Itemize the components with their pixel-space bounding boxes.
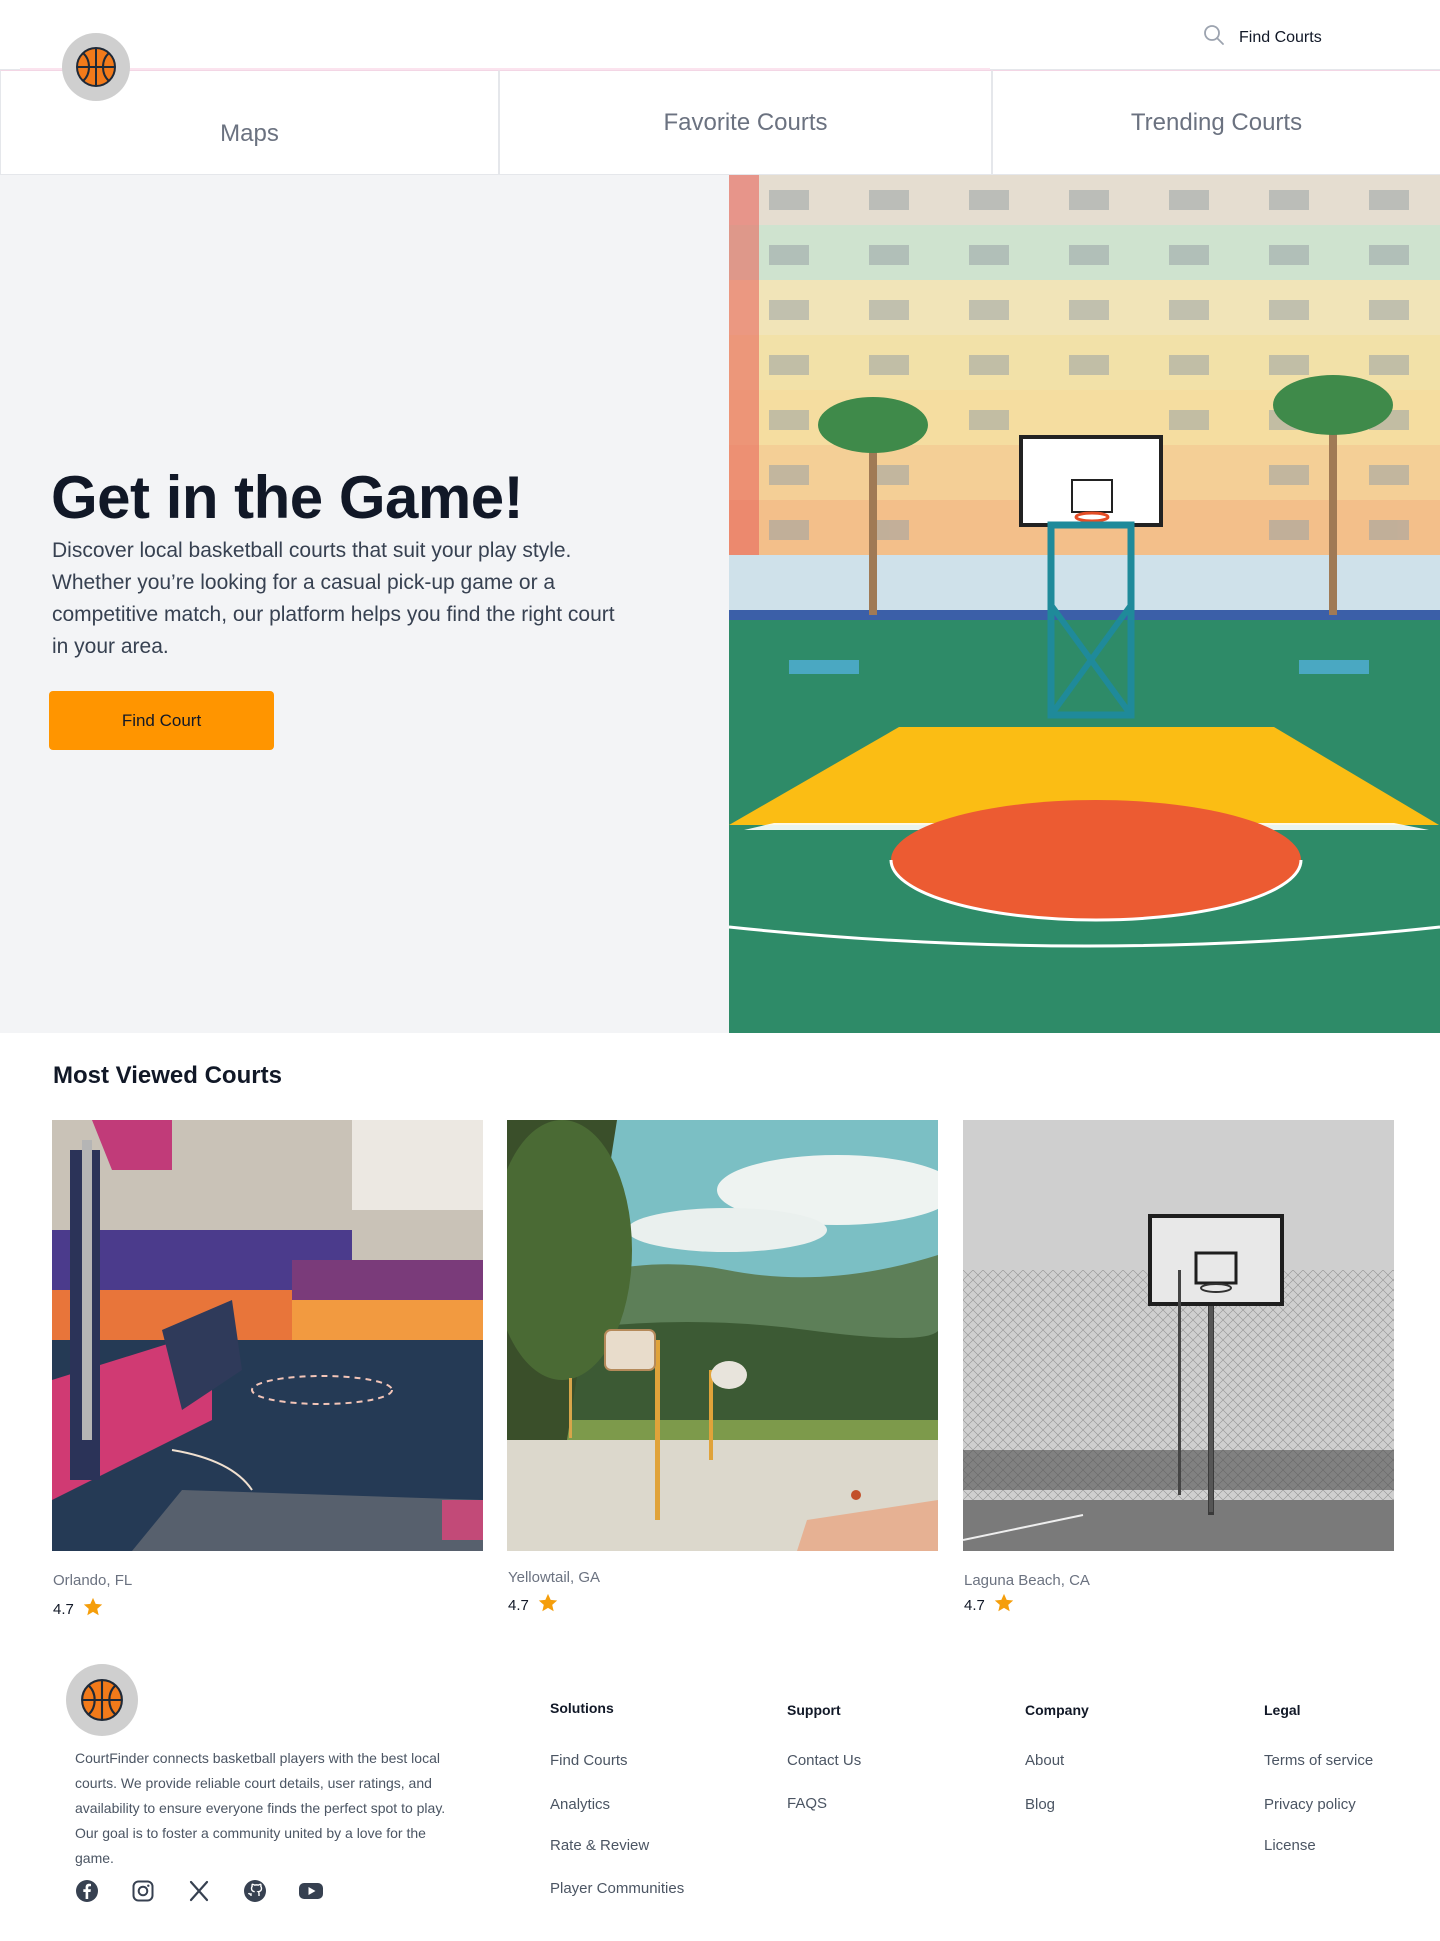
footer-link-about[interactable]: About — [1025, 1752, 1064, 1769]
court-location: Yellowtail, GA — [508, 1569, 600, 1586]
basketball-icon — [81, 1679, 123, 1721]
rating-value: 4.7 — [53, 1600, 74, 1618]
court-location: Laguna Beach, CA — [964, 1572, 1090, 1589]
main-tabs: Maps Favorite Courts Trending Courts — [0, 70, 1440, 175]
facebook-icon[interactable] — [74, 1878, 100, 1904]
footer-column-support: Support Contact Us FAQS — [787, 1702, 861, 1812]
court-rating: 4.7 — [508, 1592, 559, 1618]
rating-value: 4.7 — [508, 1596, 529, 1614]
footer-column-company: Company About Blog — [1025, 1702, 1089, 1813]
court-card-yellowtail[interactable]: Yellowtail, GA 4.7 — [507, 1120, 938, 1614]
footer-link-terms[interactable]: Terms of service — [1264, 1752, 1373, 1769]
footer-link-analytics[interactable]: Analytics — [550, 1796, 610, 1813]
basketball-icon — [76, 47, 116, 87]
footer-link-contact-us[interactable]: Contact Us — [787, 1752, 861, 1769]
youtube-icon[interactable] — [298, 1878, 324, 1904]
hero-section: Get in the Game! Discover local basketba… — [0, 175, 729, 1033]
footer-description: CourtFinder connects basketball players … — [75, 1750, 446, 1866]
github-icon[interactable] — [242, 1878, 268, 1904]
footer-column-solutions: Solutions Find Courts Analytics Rate & R… — [550, 1700, 684, 1897]
court-image-orlando[interactable] — [52, 1120, 483, 1551]
hero-title: Get in the Game! — [51, 464, 524, 531]
footer-link-faqs[interactable]: FAQS — [787, 1795, 827, 1812]
social-links — [74, 1878, 324, 1904]
footer-column-title: Solutions — [550, 1700, 614, 1716]
instagram-icon[interactable] — [130, 1878, 156, 1904]
hero-court-image — [729, 175, 1440, 1033]
footer-link-rate-review[interactable]: Rate & Review — [550, 1837, 649, 1854]
find-court-button[interactable]: Find Court — [49, 691, 274, 750]
footer-column-title: Company — [1025, 1702, 1089, 1718]
top-header: Find Courts — [0, 0, 1440, 70]
footer-link-player-communities[interactable]: Player Communities — [550, 1880, 684, 1897]
search-icon[interactable] — [1203, 24, 1225, 51]
tab-favorite-courts[interactable]: Favorite Courts — [499, 70, 992, 175]
most-viewed-title: Most Viewed Courts — [53, 1062, 282, 1089]
court-card-orlando[interactable]: Orlando, FL 4.7 — [52, 1120, 483, 1618]
court-location: Orlando, FL — [53, 1572, 133, 1589]
footer-column-title: Legal — [1264, 1702, 1301, 1718]
star-icon — [82, 1596, 104, 1622]
star-icon — [537, 1592, 559, 1618]
x-icon[interactable] — [186, 1878, 212, 1904]
footer-basketball-logo[interactable] — [66, 1664, 138, 1736]
court-image-yellowtail[interactable] — [507, 1120, 938, 1551]
find-courts-search[interactable]: Find Courts — [1203, 24, 1322, 51]
footer-link-find-courts[interactable]: Find Courts — [550, 1752, 628, 1769]
court-rating: 4.7 — [964, 1592, 1015, 1618]
court-card-laguna[interactable]: Laguna Beach, CA 4.7 — [963, 1120, 1394, 1614]
star-icon — [993, 1592, 1015, 1618]
court-image-laguna[interactable] — [963, 1120, 1394, 1551]
search-label[interactable]: Find Courts — [1239, 29, 1322, 47]
footer-link-license[interactable]: License — [1264, 1837, 1316, 1854]
court-rating: 4.7 — [53, 1596, 104, 1622]
footer-column-legal: Legal Terms of service Privacy policy Li… — [1264, 1702, 1373, 1854]
rating-value: 4.7 — [964, 1596, 985, 1614]
hero-description: Discover local basketball courts that su… — [52, 539, 615, 658]
footer-column-title: Support — [787, 1702, 841, 1718]
tab-trending-courts[interactable]: Trending Courts — [992, 70, 1440, 175]
basketball-logo[interactable] — [62, 33, 130, 101]
footer-link-privacy[interactable]: Privacy policy — [1264, 1796, 1356, 1813]
footer-link-blog[interactable]: Blog — [1025, 1796, 1055, 1813]
